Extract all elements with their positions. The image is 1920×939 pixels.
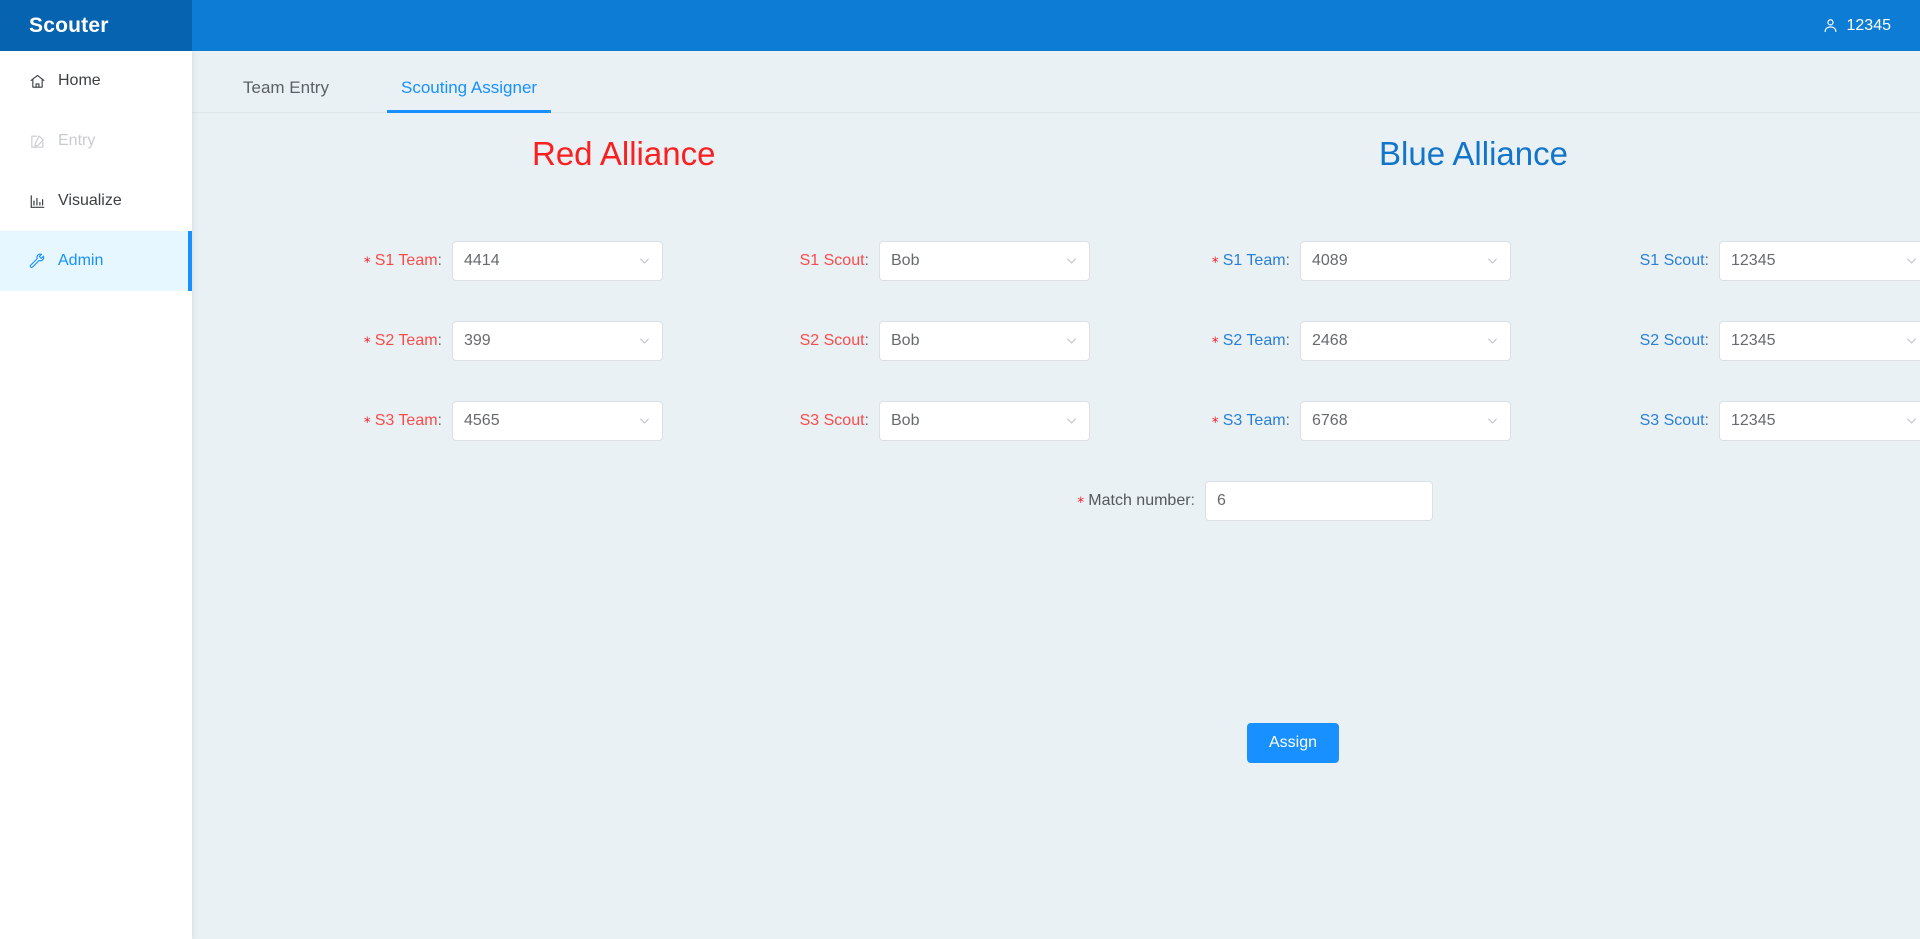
field-blue-s3-scout: S3 Scout: 12345 (1592, 401, 1920, 441)
chevron-down-icon (1905, 255, 1918, 268)
input-match-number[interactable]: 6 (1205, 481, 1433, 521)
select-blue-s3-team[interactable]: 6768 (1300, 401, 1511, 441)
tab-scouting-assigner[interactable]: Scouting Assigner (386, 78, 552, 113)
select-red-s2-scout[interactable]: Bob (879, 321, 1090, 361)
select-value: 4089 (1312, 252, 1348, 269)
label-blue-s1-team: * S1 Team: (1211, 252, 1290, 271)
chevron-down-icon (638, 415, 651, 428)
label-blue-s3-team: * S3 Team: (1211, 412, 1290, 431)
label-red-s1-scout: S1 Scout: (799, 252, 869, 269)
select-value: Bob (891, 412, 920, 429)
select-value: Bob (891, 252, 920, 269)
field-red-s1-team: * S1 Team: 4414 (327, 241, 663, 281)
select-red-s1-team[interactable]: 4414 (452, 241, 663, 281)
chevron-down-icon (638, 255, 651, 268)
main-content: Team Entry Scouting Assigner Red Allianc… (192, 51, 1920, 939)
field-red-s2-team: * S2 Team: 399 (327, 321, 663, 361)
chevron-down-icon (1065, 255, 1078, 268)
select-value: 4565 (464, 412, 500, 429)
select-red-s2-team[interactable]: 399 (452, 321, 663, 361)
input-value: 6 (1217, 492, 1226, 509)
label-red-s1-team: * S1 Team: (363, 252, 442, 271)
chevron-down-icon (1486, 255, 1499, 268)
sidebar-item-label-visualize: Visualize (58, 192, 122, 209)
label-red-s3-scout: S3 Scout: (799, 412, 869, 429)
chevron-down-icon (1905, 415, 1918, 428)
blue-alliance-title: Blue Alliance (1379, 135, 1568, 172)
field-red-s2-scout: S2 Scout: Bob (752, 321, 1090, 361)
required-asterisk: * (1211, 415, 1219, 431)
select-blue-s3-scout[interactable]: 12345 (1719, 401, 1920, 441)
required-asterisk: * (1077, 495, 1085, 511)
user-name: 12345 (1846, 16, 1892, 34)
red-alliance-title: Red Alliance (532, 135, 716, 172)
label-blue-s2-scout: S2 Scout: (1639, 332, 1709, 349)
field-red-s3-scout: S3 Scout: Bob (752, 401, 1090, 441)
assign-button[interactable]: Assign (1247, 723, 1339, 763)
field-match-number: * Match number: 6 (867, 481, 1433, 521)
sidebar-nav: Home Entry Visualize Admin (0, 51, 192, 939)
chevron-down-icon (1905, 335, 1918, 348)
sidebar-item-entry[interactable]: Entry (0, 111, 192, 171)
top-header-bar: Scouter 12345 (0, 0, 1920, 51)
required-asterisk: * (1211, 335, 1219, 351)
select-value: 12345 (1731, 412, 1776, 429)
sidebar-item-home[interactable]: Home (0, 51, 192, 111)
label-match-number: * Match number: (1077, 492, 1195, 511)
required-asterisk: * (363, 415, 371, 431)
select-value: 12345 (1731, 332, 1776, 349)
field-blue-s3-team: * S3 Team: 6768 (1175, 401, 1511, 441)
alliance-headings: Red Alliance Blue Alliance (192, 113, 1920, 191)
sidebar-item-label-admin: Admin (58, 252, 104, 269)
label-blue-s1-scout: S1 Scout: (1639, 252, 1709, 269)
select-blue-s2-scout[interactable]: 12345 (1719, 321, 1920, 361)
label-blue-s2-team: * S2 Team: (1211, 332, 1290, 351)
select-value: 12345 (1731, 252, 1776, 269)
field-blue-s1-scout: S1 Scout: 12345 (1592, 241, 1920, 281)
bar-chart-icon (28, 192, 46, 210)
chevron-down-icon (1065, 335, 1078, 348)
required-asterisk: * (363, 255, 371, 271)
chevron-down-icon (1486, 335, 1499, 348)
select-value: Bob (891, 332, 920, 349)
select-value: 399 (464, 332, 491, 349)
field-blue-s1-team: * S1 Team: 4089 (1175, 241, 1511, 281)
select-red-s3-scout[interactable]: Bob (879, 401, 1090, 441)
wrench-icon (28, 252, 46, 270)
app-title: Scouter (29, 13, 109, 37)
sidebar-item-label-home: Home (58, 72, 101, 89)
chevron-down-icon (1486, 415, 1499, 428)
required-asterisk: * (1211, 255, 1219, 271)
user-account[interactable]: 12345 (1822, 17, 1920, 35)
select-blue-s1-team[interactable]: 4089 (1300, 241, 1511, 281)
app-logo[interactable]: Scouter (0, 0, 192, 51)
home-icon (28, 72, 46, 90)
select-value: 4414 (464, 252, 500, 269)
field-red-s1-scout: S1 Scout: Bob (752, 241, 1090, 281)
select-value: 2468 (1312, 332, 1348, 349)
field-blue-s2-scout: S2 Scout: 12345 (1592, 321, 1920, 361)
label-red-s2-scout: S2 Scout: (799, 332, 869, 349)
chevron-down-icon (1065, 415, 1078, 428)
field-red-s3-team: * S3 Team: 4565 (327, 401, 663, 441)
field-blue-s2-team: * S2 Team: 2468 (1175, 321, 1511, 361)
label-red-s2-team: * S2 Team: (363, 332, 442, 351)
required-asterisk: * (363, 335, 371, 351)
select-red-s3-team[interactable]: 4565 (452, 401, 663, 441)
tab-team-entry[interactable]: Team Entry (229, 78, 343, 112)
select-value: 6768 (1312, 412, 1348, 429)
tab-bar: Team Entry Scouting Assigner (192, 51, 1920, 113)
select-blue-s1-scout[interactable]: 12345 (1719, 241, 1920, 281)
label-red-s3-team: * S3 Team: (363, 412, 442, 431)
select-red-s1-scout[interactable]: Bob (879, 241, 1090, 281)
sidebar-item-admin[interactable]: Admin (0, 231, 192, 291)
user-icon (1822, 17, 1839, 34)
sidebar-item-visualize[interactable]: Visualize (0, 171, 192, 231)
edit-icon (28, 132, 46, 150)
label-blue-s3-scout: S3 Scout: (1639, 412, 1709, 429)
sidebar-item-label-entry: Entry (58, 132, 96, 149)
chevron-down-icon (638, 335, 651, 348)
select-blue-s2-team[interactable]: 2468 (1300, 321, 1511, 361)
